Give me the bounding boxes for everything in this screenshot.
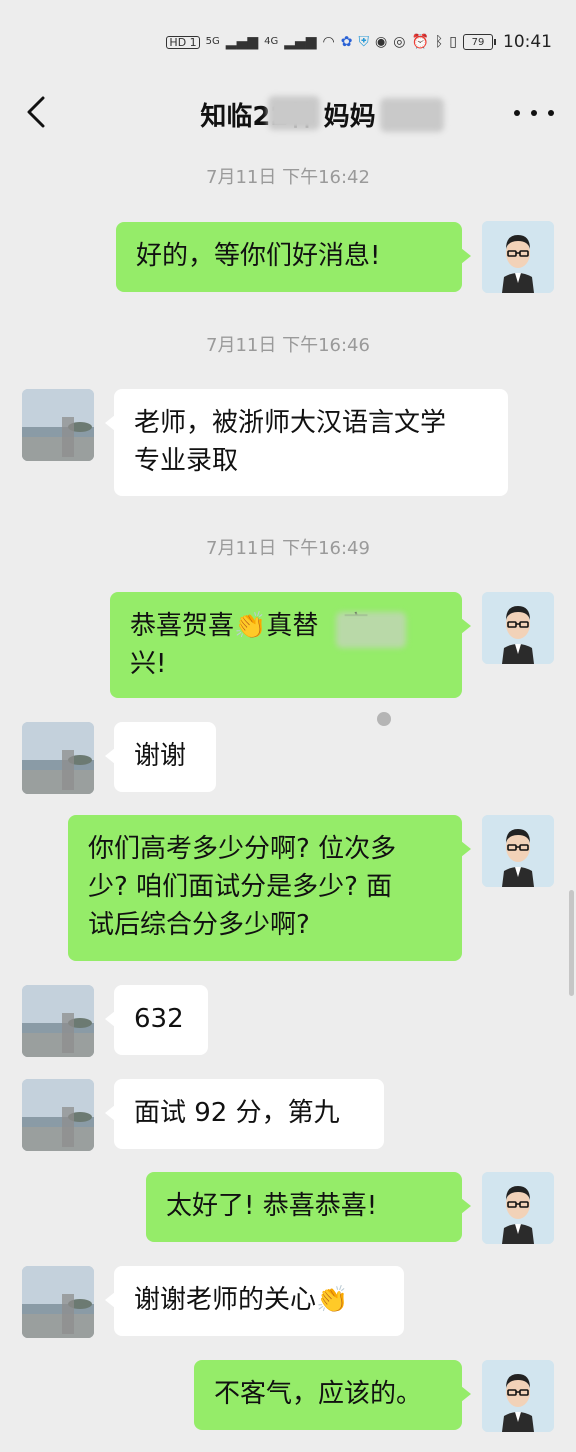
incoming-message[interactable]: 谢谢老师的关心👏 bbox=[105, 1266, 404, 1336]
chevron-left-icon bbox=[27, 96, 45, 128]
outgoing-message[interactable]: 太好了! 恭喜恭喜! bbox=[146, 1172, 471, 1242]
outgoing-message[interactable]: 恭喜贺喜👏真替 高 兴! bbox=[110, 592, 471, 698]
seaside-photo-avatar-icon bbox=[22, 985, 94, 1057]
more-dot bbox=[531, 110, 537, 116]
my-avatar[interactable] bbox=[482, 1172, 554, 1244]
message-timestamp: 7月11日 下午16:42 bbox=[206, 167, 370, 188]
contact-avatar[interactable] bbox=[22, 389, 94, 461]
unread-indicator-dot bbox=[377, 712, 391, 726]
wifi-icon: ◠ bbox=[322, 34, 335, 50]
teacher-avatar-icon bbox=[482, 815, 554, 887]
contact-avatar[interactable] bbox=[22, 1266, 94, 1338]
vibrate-icon: ▯ bbox=[449, 34, 457, 50]
signal-bars-icon: ▂▄▆ bbox=[284, 34, 317, 50]
incoming-message[interactable]: 面试 92 分，第九 bbox=[105, 1079, 384, 1149]
more-button[interactable] bbox=[514, 106, 554, 120]
back-button[interactable] bbox=[18, 94, 54, 130]
hd-network-label: HD 1 bbox=[166, 35, 200, 49]
scrollbar[interactable] bbox=[569, 890, 574, 996]
redacted-name-blur bbox=[268, 96, 320, 130]
eye-icon: ◎ bbox=[393, 34, 406, 50]
wechat-icon: ◉ bbox=[375, 34, 388, 50]
contact-avatar[interactable] bbox=[22, 1079, 94, 1151]
teacher-avatar-icon bbox=[482, 1360, 554, 1432]
more-dot bbox=[548, 110, 554, 116]
contact-avatar[interactable] bbox=[22, 722, 94, 794]
outgoing-message[interactable]: 你们高考多少分啊? 位次多 少? 咱们面试分是多少? 面 试后综合分多少啊? bbox=[68, 815, 471, 961]
teacher-avatar-icon bbox=[482, 221, 554, 293]
message-timestamp: 7月11日 下午16:49 bbox=[206, 538, 370, 559]
incoming-message[interactable]: 谢谢 bbox=[105, 722, 216, 792]
chat-header: 知临22林 妈妈 bbox=[0, 80, 576, 146]
my-avatar[interactable] bbox=[482, 815, 554, 887]
clock: 10:41 bbox=[503, 32, 552, 52]
seaside-photo-avatar-icon bbox=[22, 389, 94, 461]
signal-4g-label: 4G bbox=[264, 36, 279, 47]
incoming-message[interactable]: 632 bbox=[105, 985, 208, 1055]
signal-5g-label: 5G bbox=[205, 36, 220, 47]
alarm-icon: ⏰ bbox=[411, 34, 429, 50]
status-bar: HD 1 5G ▂▄▆ 4G ▂▄▆ ◠ ✿ ⛨ ◉ ◎ ⏰ ᛒ ▯ 79 10… bbox=[0, 0, 576, 80]
status-icons: HD 1 5G ▂▄▆ 4G ▂▄▆ ◠ ✿ ⛨ ◉ ◎ ⏰ ᛒ ▯ 79 10… bbox=[166, 30, 552, 54]
contact-avatar[interactable] bbox=[22, 985, 94, 1057]
teacher-avatar-icon bbox=[482, 1172, 554, 1244]
outgoing-message[interactable]: 不客气，应该的。 bbox=[194, 1360, 471, 1430]
my-avatar[interactable] bbox=[482, 221, 554, 293]
shield-app-icon: ⛨ bbox=[358, 34, 370, 50]
redacted-name-blur bbox=[380, 98, 444, 132]
signal-bars-icon: ▂▄▆ bbox=[225, 34, 259, 50]
incoming-message[interactable]: 老师，被浙师大汉语言文学 专业录取 bbox=[105, 389, 508, 496]
redacted-name-blur bbox=[336, 612, 406, 648]
seaside-photo-avatar-icon bbox=[22, 1266, 94, 1338]
message-timestamp: 7月11日 下午16:46 bbox=[206, 335, 370, 356]
outgoing-message[interactable]: 好的，等你们好消息! bbox=[116, 222, 471, 292]
my-avatar[interactable] bbox=[482, 1360, 554, 1432]
seaside-photo-avatar-icon bbox=[22, 1079, 94, 1151]
more-dot bbox=[514, 110, 520, 116]
paw-app-icon: ✿ bbox=[340, 34, 353, 50]
teacher-avatar-icon bbox=[482, 592, 554, 664]
my-avatar[interactable] bbox=[482, 592, 554, 664]
bluetooth-icon: ᛒ bbox=[434, 34, 444, 50]
seaside-photo-avatar-icon bbox=[22, 722, 94, 794]
battery-icon: 79 bbox=[463, 34, 496, 50]
